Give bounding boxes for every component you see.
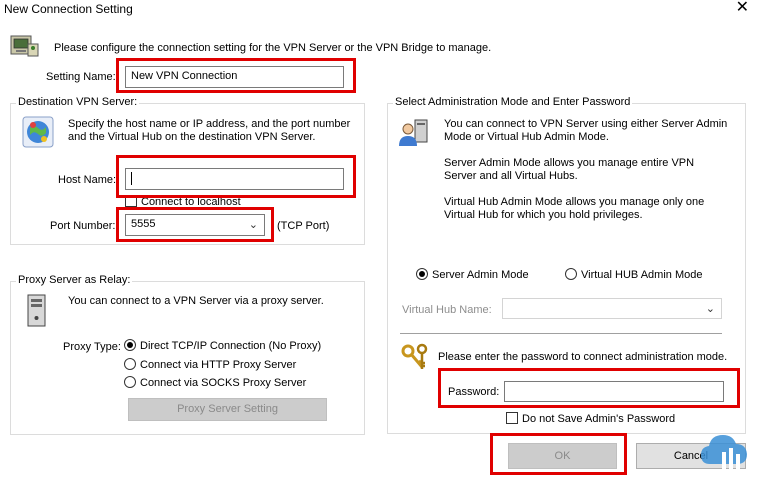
admin-para2-line1: Server Admin Mode allows you manage enti…: [444, 157, 695, 169]
radio-server-admin[interactable]: [416, 268, 428, 280]
keys-icon: [400, 343, 432, 373]
window-title: New Connection Setting: [4, 2, 133, 16]
destination-desc-2: and the Virtual Hub on the destination V…: [68, 131, 316, 143]
host-name-label: Host Name:: [58, 174, 117, 186]
password-field[interactable]: [504, 381, 724, 402]
no-save-password-label: Do not Save Admin's Password: [522, 413, 676, 425]
admin-para3-line1: Virtual Hub Admin Mode allows you manage…: [444, 196, 705, 208]
radio-http[interactable]: [124, 358, 136, 370]
chevron-down-icon[interactable]: ⌄: [706, 302, 715, 315]
destination-desc-1: Specify the host name or IP address, and…: [68, 118, 351, 130]
vpn-server-globe-icon: [22, 116, 54, 148]
mode-hub-admin-label: Virtual HUB Admin Mode: [581, 269, 703, 281]
mode-hub-admin[interactable]: Virtual HUB Admin Mode: [565, 268, 702, 281]
mode-server-admin-label: Server Admin Mode: [432, 269, 529, 281]
proxy-option-direct-label: Direct TCP/IP Connection (No Proxy): [140, 340, 322, 352]
proxy-option-socks-label: Connect via SOCKS Proxy Server: [140, 377, 307, 389]
text-cursor: [131, 172, 132, 185]
port-number-value: 5555: [131, 218, 156, 230]
host-name-field[interactable]: [125, 168, 344, 190]
hub-name-label: Virtual Hub Name:: [402, 304, 492, 316]
proxy-option-http[interactable]: Connect via HTTP Proxy Server: [124, 358, 296, 371]
password-prompt: Please enter the password to connect adm…: [438, 351, 728, 363]
admin-para2-line2: Server and all Virtual Hubs.: [444, 170, 578, 182]
proxy-server-setting-button[interactable]: Proxy Server Setting: [128, 398, 327, 421]
ok-button[interactable]: OK: [508, 443, 617, 469]
proxy-option-direct[interactable]: Direct TCP/IP Connection (No Proxy): [124, 339, 321, 352]
password-label: Password:: [448, 386, 500, 398]
radio-hub-admin[interactable]: [565, 268, 577, 280]
localhost-checkbox[interactable]: [125, 195, 137, 207]
radio-direct[interactable]: [124, 339, 136, 351]
port-number-select[interactable]: 5555 ⌄: [125, 214, 265, 236]
intro-text: Please configure the connection setting …: [54, 42, 492, 54]
network-settings-icon: [8, 32, 40, 60]
port-number-label: Port Number:: [50, 220, 116, 232]
admin-para1-line1: You can connect to VPN Server using eith…: [444, 118, 728, 130]
admin-legend: Select Administration Mode and Enter Pas…: [393, 96, 633, 108]
proxy-option-http-label: Connect via HTTP Proxy Server: [140, 359, 297, 371]
hub-name-select[interactable]: ⌄: [502, 298, 722, 319]
tcp-port-suffix: (TCP Port): [277, 220, 330, 232]
close-icon[interactable]: ✕: [736, 0, 749, 16]
setting-name-label: Setting Name:: [46, 71, 116, 83]
admin-para3-line2: Virtual Hub for which you hold privilege…: [444, 209, 643, 221]
no-save-password-checkbox[interactable]: [506, 412, 518, 424]
proxy-description: You can connect to a VPN Server via a pr…: [68, 295, 324, 307]
mode-server-admin[interactable]: Server Admin Mode: [416, 268, 529, 281]
cloud-logo-icon: [700, 430, 750, 474]
chevron-down-icon[interactable]: ⌄: [249, 218, 258, 231]
proxy-option-socks[interactable]: Connect via SOCKS Proxy Server: [124, 376, 306, 389]
admin-user-icon: [397, 118, 431, 148]
localhost-checkbox-row[interactable]: Connect to localhost: [125, 195, 241, 208]
localhost-label: Connect to localhost: [141, 196, 241, 208]
destination-legend: Destination VPN Server:: [16, 96, 140, 108]
admin-para1-line2: Mode or Virtual Hub Admin Mode.: [444, 131, 609, 143]
setting-name-field[interactable]: New VPN Connection: [125, 66, 344, 88]
proxy-type-label: Proxy Type:: [63, 341, 121, 353]
divider: [400, 333, 722, 334]
proxy-legend: Proxy Server as Relay:: [16, 274, 133, 286]
no-save-password-row[interactable]: Do not Save Admin's Password: [506, 412, 675, 425]
computer-tower-icon: [26, 294, 48, 328]
radio-socks[interactable]: [124, 376, 136, 388]
